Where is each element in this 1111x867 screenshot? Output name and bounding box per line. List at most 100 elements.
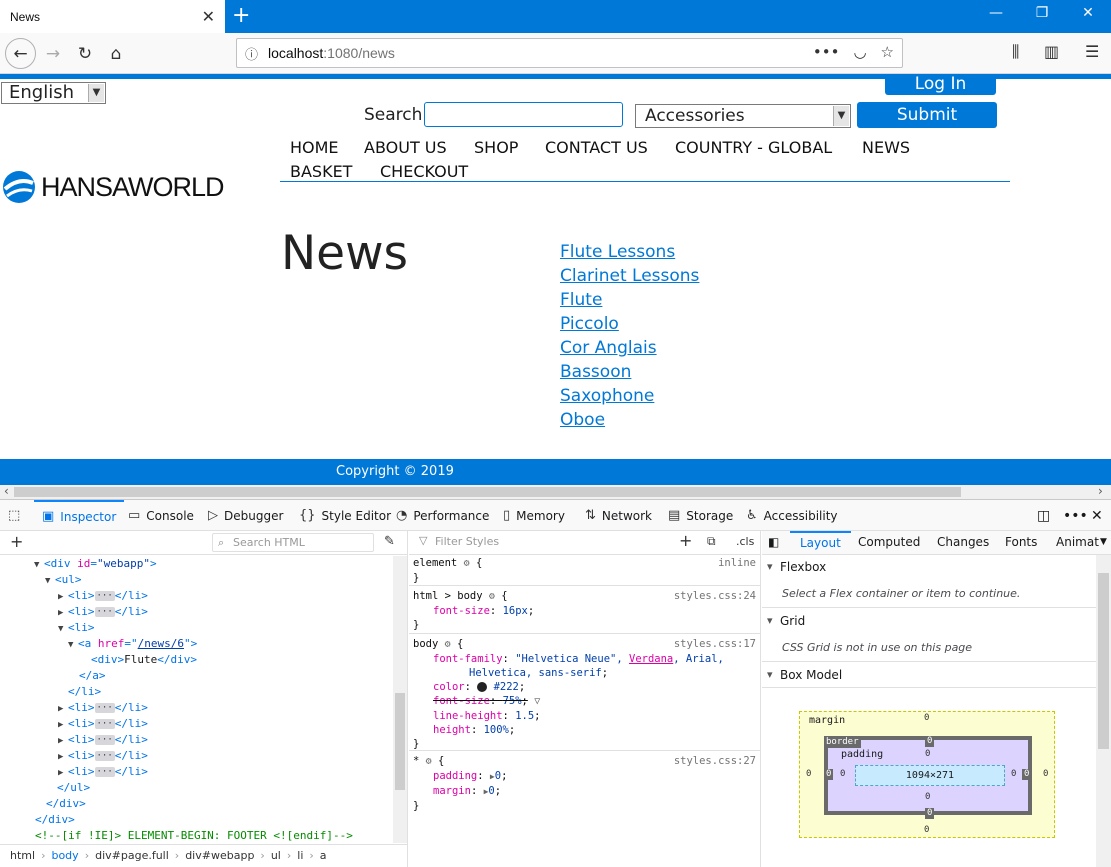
gear-icon[interactable]: ⚙	[426, 756, 432, 767]
tab-accessibility[interactable]: ♿ Accessibility	[746, 500, 838, 531]
nav-contact-us[interactable]: CONTACT US	[545, 138, 648, 157]
margin-bottom-value[interactable]: 0	[924, 825, 929, 835]
breadcrumb-item[interactable]: ul	[271, 849, 281, 862]
print-simulation-icon[interactable]: ⧉	[707, 534, 716, 549]
minimize-icon[interactable]: —	[986, 5, 1006, 21]
tab-network[interactable]: ⇅ Network	[585, 500, 652, 531]
gear-icon[interactable]: ⚙	[445, 639, 451, 650]
css-rule[interactable]: inline element ⚙ { }	[409, 556, 760, 586]
back-arrow-icon[interactable]: ←	[5, 38, 36, 69]
border-top-value[interactable]: 0	[925, 736, 935, 747]
tab-inspector[interactable]: ▣ Inspector	[34, 500, 125, 531]
tree-row[interactable]: <!--[if !IE]> ELEMENT-BEGIN: FOOTER <![e…	[35, 828, 353, 844]
reload-icon[interactable]: ↻	[70, 39, 100, 69]
gear-icon[interactable]: ⚙	[489, 591, 495, 602]
padding-top-value[interactable]: 0	[925, 749, 930, 759]
sidebar-icon[interactable]: ▥	[1044, 42, 1059, 61]
home-icon[interactable]: ⌂	[101, 39, 131, 69]
breadcrumb-item[interactable]: body	[51, 849, 78, 862]
tab-style-editor[interactable]: {} Style Editor	[299, 500, 391, 531]
tree-row[interactable]: ▶ <li> ··· </li>	[58, 716, 148, 733]
tab-layout[interactable]: Layout	[790, 531, 851, 555]
tree-row[interactable]: </li>	[68, 684, 101, 700]
horizontal-scrollbar[interactable]: ‹ ›	[0, 484, 1111, 499]
color-swatch[interactable]	[477, 682, 488, 692]
nav-shop[interactable]: SHOP	[474, 138, 518, 157]
gear-icon[interactable]: ⚙	[464, 558, 470, 569]
search-input[interactable]	[424, 102, 623, 127]
news-link[interactable]: Flute Lessons	[560, 242, 675, 262]
tree-row[interactable]: ▶ <li> ··· </li>	[58, 604, 148, 621]
margin-right-value[interactable]: 0	[1043, 769, 1048, 779]
scrollbar-thumb[interactable]	[14, 487, 961, 497]
padding-right-value[interactable]: 0	[1011, 769, 1016, 779]
padding-bottom-value[interactable]: 0	[925, 792, 930, 802]
news-link[interactable]: Piccolo	[560, 314, 619, 334]
tree-row[interactable]: ▶ <li> ··· </li>	[58, 588, 148, 605]
news-link[interactable]: Saxophone	[560, 386, 654, 406]
tree-row[interactable]: ▼ <div id="webapp">	[34, 556, 157, 573]
search-html-input[interactable]: Search HTML	[212, 533, 374, 552]
breadcrumb-item[interactable]: div#page.full	[95, 849, 169, 862]
breadcrumb-item[interactable]: li	[297, 849, 303, 862]
hansaworld-logo[interactable]: HANSAWORLD	[1, 169, 225, 205]
scrollbar-thumb[interactable]	[395, 693, 405, 790]
add-node-icon[interactable]: +	[10, 532, 23, 551]
margin-left-value[interactable]: 0	[806, 769, 811, 779]
news-link[interactable]: Cor Anglais	[560, 338, 657, 358]
add-rule-icon[interactable]: +	[679, 531, 692, 550]
box-model-section-header[interactable]: Box Model	[762, 665, 1096, 685]
close-tab-icon[interactable]: ✕	[202, 7, 215, 26]
border-left-value[interactable]: 0	[824, 769, 834, 780]
category-select[interactable]: Accessories ▼	[635, 104, 851, 128]
close-devtools-icon[interactable]: ✕	[1091, 500, 1103, 531]
breadcrumb-item[interactable]: div#webapp	[185, 849, 254, 862]
border-bottom-value[interactable]: 0	[925, 808, 935, 819]
news-link[interactable]: Clarinet Lessons	[560, 266, 699, 286]
window-close-icon[interactable]: ✕	[1078, 5, 1098, 21]
chevron-down-icon[interactable]: ▼	[1100, 531, 1107, 555]
tree-row[interactable]: </ul>	[57, 780, 90, 796]
border-right-value[interactable]: 0	[1022, 769, 1032, 780]
nav-checkout[interactable]: CHECKOUT	[380, 162, 468, 181]
tree-row[interactable]: ▼ <li>	[58, 620, 95, 637]
nav-basket[interactable]: BASKET	[290, 162, 352, 181]
rule-source[interactable]: styles.css:17	[674, 637, 756, 651]
box-model-margin[interactable]: margin 0 0 0 0 border 0 0 0 0 padding 0 …	[799, 711, 1055, 838]
tree-row[interactable]: <div>Flute</div>	[91, 652, 197, 668]
flexbox-section-header[interactable]: Flexbox	[762, 557, 1096, 577]
language-select[interactable]: English ▼	[1, 82, 106, 104]
tree-row[interactable]: ▶ <li> ··· </li>	[58, 764, 148, 781]
tab-animations[interactable]: Animat	[1056, 531, 1099, 555]
login-button[interactable]: Log In	[885, 74, 996, 95]
info-icon[interactable]: ⓘ	[245, 44, 258, 63]
scrollbar-thumb[interactable]	[1098, 573, 1109, 749]
restore-icon[interactable]: ❐	[1032, 5, 1052, 21]
breadcrumb-item[interactable]: a	[320, 849, 327, 862]
forward-arrow-icon[interactable]: →	[38, 39, 68, 69]
news-link[interactable]: Bassoon	[560, 362, 631, 382]
box-model-content-size[interactable]: 1094×271	[855, 765, 1005, 786]
tab-performance[interactable]: ◔ Performance	[396, 500, 489, 531]
submit-button[interactable]: Submit	[857, 102, 997, 128]
padding-left-value[interactable]: 0	[840, 769, 845, 779]
tree-row[interactable]: </div>	[46, 796, 86, 812]
page-actions-icon[interactable]: •••	[813, 43, 840, 61]
eyedropper-icon[interactable]: ✎	[384, 534, 395, 549]
tree-row[interactable]: ▶ <li> ··· </li>	[58, 700, 148, 717]
bookmark-star-icon[interactable]: ☆	[881, 43, 894, 61]
dock-icon[interactable]: ◫	[1037, 500, 1050, 531]
library-icon[interactable]: ⫼	[1012, 42, 1019, 62]
new-tab-plus-icon[interactable]: +	[232, 3, 250, 29]
news-link[interactable]: Oboe	[560, 410, 605, 430]
url-bar[interactable]: ⓘ localhost:1080/news ••• ◡ ☆	[236, 38, 903, 68]
toggle-pane-icon[interactable]: ◧	[768, 531, 779, 555]
scroll-right-icon[interactable]: ›	[1098, 484, 1103, 498]
css-rule[interactable]: styles.css:24 html > body ⚙ { font-size:…	[409, 587, 760, 634]
markup-scrollbar[interactable]	[393, 556, 407, 843]
tree-row[interactable]: ▼ <a href="/news/6">	[68, 636, 197, 653]
nav-about-us[interactable]: ABOUT US	[364, 138, 447, 157]
tab-news[interactable]: News ✕	[0, 0, 225, 33]
rule-source[interactable]: styles.css:27	[674, 754, 756, 768]
box-model-border[interactable]: border 0 0 0 0 padding 0 0 0 0 1094×271	[824, 736, 1032, 819]
